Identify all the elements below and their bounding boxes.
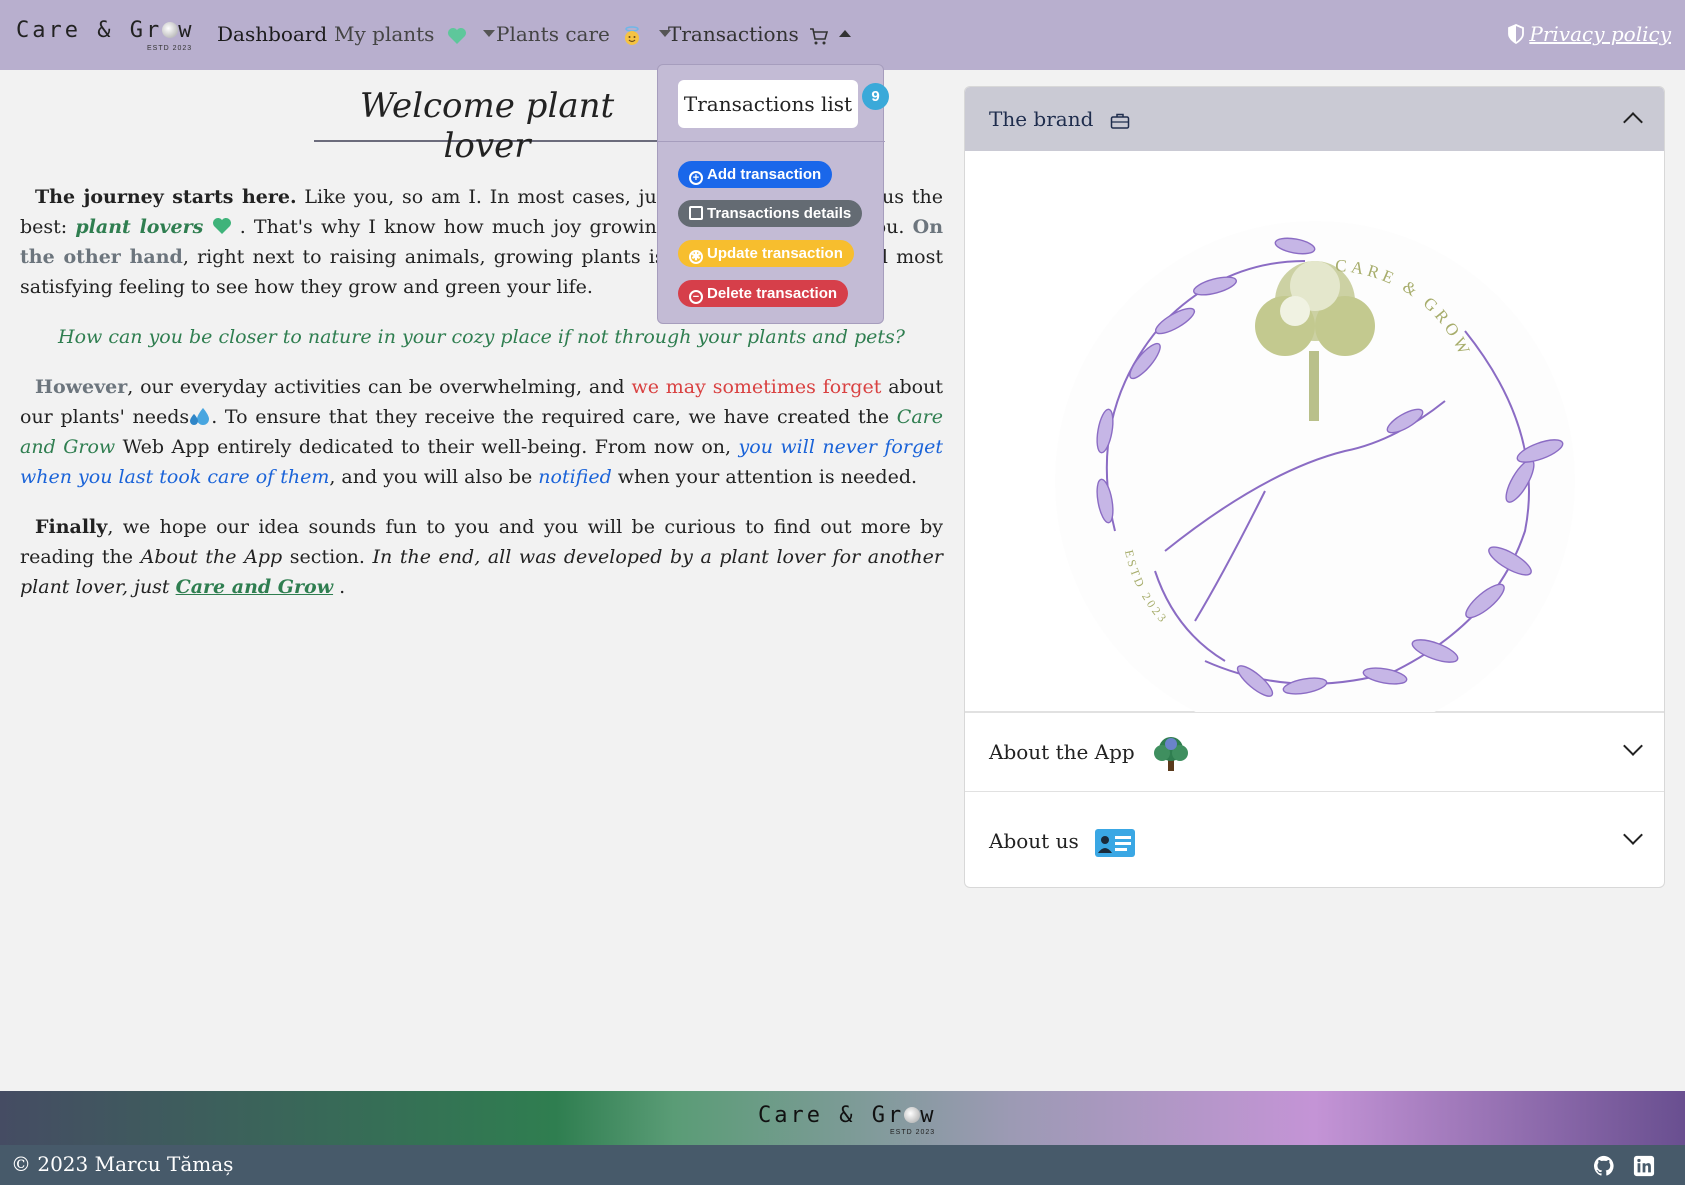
transactions-details-label: Transactions details	[707, 205, 852, 222]
angel-icon	[625, 25, 640, 45]
copyright: © 2023 Marcu Tămaș	[11, 1152, 234, 1176]
p1-bold: The journey starts here.	[35, 186, 297, 208]
delete-transaction-button[interactable]: − Delete transaction	[678, 280, 849, 307]
nav-my-plants[interactable]: My plants	[334, 22, 496, 46]
p2-text-d: Web App entirely dedicated to their well…	[115, 436, 739, 458]
privacy-policy-label: Privacy policy	[1529, 22, 1671, 46]
p3-italic-1: About the App	[140, 546, 283, 568]
transactions-list-button[interactable]: Transactions list 9	[678, 80, 889, 128]
add-transaction-label: Add transaction	[707, 166, 822, 183]
cart-icon	[810, 27, 829, 44]
brand-globe-icon	[162, 22, 179, 38]
p3-text-c: .	[333, 576, 346, 598]
accordion-about-app-header[interactable]: About the App	[965, 712, 1664, 791]
chevron-down-icon	[1623, 825, 1643, 845]
tree-icon	[1154, 736, 1189, 771]
accordion-brand-title: The brand	[989, 107, 1094, 131]
minus-circle-icon: −	[689, 290, 703, 304]
accordion-about-app-title: About the App	[989, 740, 1135, 764]
intro-paragraph-3: Finally, we hope our idea sounds fun to …	[20, 512, 943, 602]
brand-wreath-logo: CARE & GROW ESTD 2023	[1055, 221, 1575, 741]
update-transaction-label: Update transaction	[707, 245, 843, 262]
heart-icon	[447, 27, 466, 44]
chevron-up-icon	[839, 30, 852, 37]
accordion-about-us-header[interactable]: About us	[965, 791, 1664, 887]
nav-plants-care-label: Plants care	[496, 22, 610, 46]
id-card-icon	[1095, 828, 1136, 857]
nav-transactions-label: Transactions	[668, 22, 799, 46]
navbar: Care & Gr w ESTD 2023 Dashboard My plants…	[0, 0, 1685, 70]
page-title: Welcome plant lover	[314, 86, 660, 166]
footer-brand-text: Care & Gr	[758, 1103, 905, 1128]
p3-bold: Finally	[35, 516, 108, 538]
nav-plants-care[interactable]: Plants care	[496, 22, 671, 46]
accordion-brand-header[interactable]: The brand	[965, 87, 1664, 151]
care-and-grow-link[interactable]: Care and Grow	[176, 576, 333, 598]
p2-text-a: , our everyday activities can be overwhe…	[127, 376, 632, 398]
p1-highlight-green: plant lovers	[75, 216, 204, 238]
accordion-about-us-title: About us	[989, 829, 1079, 853]
book-icon	[689, 206, 703, 220]
update-transaction-button[interactable]: ✱ Update transaction	[678, 240, 854, 267]
linkedin-icon[interactable]	[1633, 1155, 1655, 1177]
brand-logo[interactable]: Care & Gr w	[16, 18, 194, 43]
p2-highlight-red: we may sometimes forget	[631, 376, 882, 398]
info-accordion: The brand CARE & GROW ESTD 2023 About th…	[964, 86, 1665, 888]
p2-text-f: when your attention is needed.	[611, 466, 918, 488]
nav-dashboard-label: Dashboard	[217, 22, 328, 46]
heart-icon	[212, 218, 231, 234]
brand-logo-panel: CARE & GROW ESTD 2023	[965, 151, 1664, 741]
footer-brand-subtitle: ESTD 2023	[890, 1129, 936, 1136]
privacy-policy-link[interactable]: Privacy policy	[1507, 22, 1671, 46]
p2-text-c: . To ensure that they receive the requir…	[211, 406, 897, 428]
plus-circle-icon: +	[689, 171, 703, 185]
p3-text-b: section.	[282, 546, 373, 568]
delete-transaction-label: Delete transaction	[707, 285, 838, 302]
footer-brand-text-end: w	[920, 1103, 937, 1128]
footer-brand-logo: Care & Gr w	[758, 1103, 936, 1128]
chevron-up-icon	[1623, 112, 1643, 132]
nav-transactions[interactable]: Transactions	[668, 22, 852, 46]
p2-highlight-grey: However	[35, 376, 128, 398]
water-drops-icon	[190, 408, 210, 425]
transactions-details-button[interactable]: Transactions details	[678, 200, 863, 227]
github-icon[interactable]	[1593, 1155, 1615, 1177]
intro-paragraph-2: However, our everyday activities can be …	[20, 372, 943, 492]
briefcase-icon	[1110, 113, 1129, 129]
dropdown-divider	[658, 141, 885, 142]
add-transaction-button[interactable]: + Add transaction	[678, 161, 833, 188]
shield-icon	[1508, 24, 1525, 45]
brand-text-end: w	[178, 18, 195, 43]
chevron-down-icon	[1623, 736, 1643, 756]
gear-icon: ✱	[689, 250, 703, 264]
footer-bar	[0, 1145, 1685, 1185]
transactions-dropdown: Transactions list 9 + Add transaction Tra…	[657, 64, 889, 324]
chevron-down-icon	[483, 30, 496, 37]
transactions-count-badge: 9	[862, 83, 889, 110]
p2-text-e: , and you will also be	[329, 466, 539, 488]
nav-my-plants-label: My plants	[334, 22, 435, 46]
brand-subtitle: ESTD 2023	[147, 45, 193, 52]
intro-quote: How can you be closer to nature in your …	[58, 326, 905, 348]
nav-dashboard[interactable]: Dashboard	[217, 22, 327, 46]
brand-text: Care & Gr	[16, 18, 163, 43]
transactions-list-label: Transactions list	[683, 92, 853, 116]
footer-globe-icon	[904, 1107, 921, 1123]
p2-highlight-blue-2: notified	[538, 466, 612, 488]
